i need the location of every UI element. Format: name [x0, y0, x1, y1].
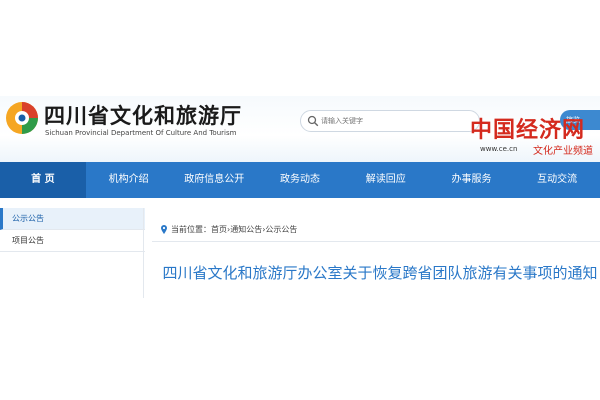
nav-item-gov-info[interactable]: 政府信息公开: [171, 162, 257, 198]
breadcrumb-path[interactable]: 首页›通知公告›公示公告: [211, 224, 297, 235]
nav-item-interpretation[interactable]: 解读回应: [343, 162, 429, 198]
site-subtitle: Sichuan Provincial Department Of Culture…: [45, 129, 237, 137]
breadcrumb: 当前位置： 首页›通知公告›公示公告: [160, 222, 297, 236]
breadcrumb-prefix: 当前位置：: [171, 224, 211, 234]
search-icon[interactable]: [307, 115, 319, 127]
sidebar-divider: [143, 208, 144, 298]
sidebar: 公示公告 项目公告: [0, 208, 145, 252]
nav-item-services[interactable]: 办事服务: [429, 162, 515, 198]
nav-item-about[interactable]: 机构介绍: [86, 162, 172, 198]
search-box: [300, 110, 480, 132]
ce-watermark-slogan: 文化产业频道: [533, 146, 593, 157]
nav-item-home[interactable]: 首 页: [0, 162, 86, 198]
site-title[interactable]: 四川省文化和旅游厅: [44, 100, 242, 130]
page: 四川省文化和旅游厅 Sichuan Provincial Department …: [0, 0, 600, 400]
nav-item-interaction[interactable]: 互动交流: [514, 162, 600, 198]
article-title: 四川省文化和旅游厅办公室关于恢复跨省团队旅游有关事项的通知: [162, 264, 598, 282]
main-nav: 首 页 机构介绍 政府信息公开 政务动态 解读回应 办事服务 互动交流: [0, 162, 600, 198]
ce-watermark-url: www.ce.cn: [480, 145, 518, 153]
sidebar-item-project-notice[interactable]: 项目公告: [0, 230, 145, 252]
location-icon: [161, 224, 167, 234]
breadcrumb-divider: [152, 241, 600, 242]
ce-watermark-logo: 中国经济网: [470, 117, 586, 143]
search-input[interactable]: [321, 113, 471, 129]
sidebar-item-public-notice[interactable]: 公示公告: [0, 208, 145, 230]
logo-icon[interactable]: [4, 100, 40, 136]
nav-item-news[interactable]: 政务动态: [257, 162, 343, 198]
